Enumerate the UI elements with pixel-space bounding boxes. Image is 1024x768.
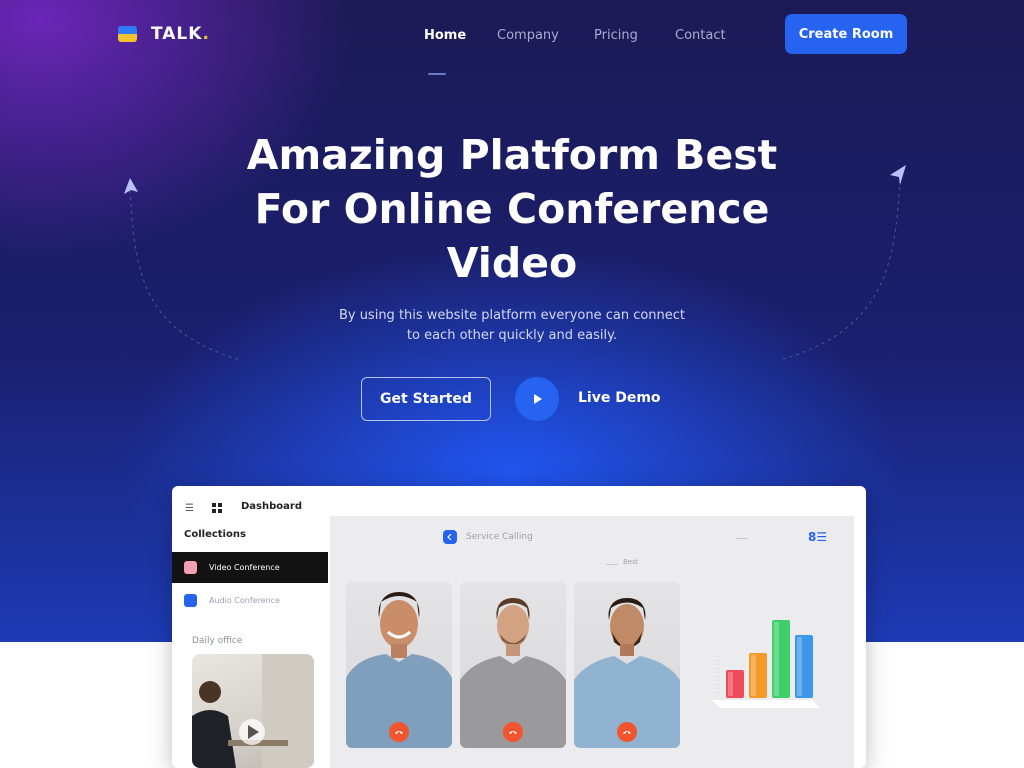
- participant-tile-1[interactable]: [346, 582, 452, 748]
- sidebar-item-label: Video Conference: [209, 563, 280, 572]
- chart-bar-4: [795, 635, 813, 698]
- dashboard-main-panel: Service Calling 8☰ Best: [330, 516, 854, 768]
- dashboard-preview: ☰ Dashboard Collections Video Conference…: [172, 486, 866, 768]
- nav-pricing[interactable]: Pricing: [594, 28, 638, 43]
- dashboard-topbar: ☰ Dashboard: [172, 486, 866, 518]
- daily-office-video-thumbnail[interactable]: [192, 654, 314, 768]
- service-icon: [443, 530, 457, 544]
- participant-tile-3[interactable]: [574, 582, 680, 748]
- nav-company[interactable]: Company: [497, 28, 559, 43]
- get-started-button[interactable]: Get Started: [361, 377, 491, 421]
- end-call-button[interactable]: [389, 722, 409, 742]
- play-icon: [534, 394, 542, 404]
- hero-subtext: By using this website platform everyone …: [312, 306, 712, 346]
- nav-active-indicator: [428, 73, 446, 75]
- divider: [736, 538, 748, 539]
- chart-bar-2: [749, 653, 767, 698]
- chart-bar-3: [772, 620, 790, 698]
- menu-icon: ☰: [185, 503, 194, 514]
- hero-headline: Amazing Platform Best For Online Confere…: [212, 128, 812, 290]
- collections-heading: Collections: [184, 529, 246, 540]
- subtext-line-1: By using this website platform everyone …: [338, 308, 686, 323]
- best-label: Best: [623, 558, 639, 566]
- chart-bar-1: [726, 670, 744, 698]
- list-view-icon[interactable]: 8☰: [808, 530, 827, 544]
- daily-office-label: Daily office: [192, 636, 243, 646]
- phone-hangup-icon: [395, 731, 403, 734]
- sidebar-item-video-conference[interactable]: Video Conference: [172, 552, 328, 583]
- create-room-button[interactable]: Create Room: [785, 14, 907, 54]
- play-demo-button[interactable]: [515, 377, 559, 421]
- grid-icon: [212, 503, 222, 513]
- headline-line-3: Video: [446, 239, 578, 287]
- service-calling-label: Service Calling: [466, 532, 533, 542]
- end-call-button[interactable]: [617, 722, 637, 742]
- nav-contact[interactable]: Contact: [675, 28, 726, 43]
- subtext-line-2: to each other quickly and easily.: [406, 328, 618, 343]
- nav-home[interactable]: Home: [424, 28, 466, 43]
- sidebar-item-audio-conference[interactable]: Audio Conference: [172, 585, 328, 616]
- dashboard-title: Dashboard: [241, 501, 302, 512]
- live-demo-link[interactable]: Live Demo: [578, 390, 661, 406]
- service-calling-header: Service Calling: [443, 530, 533, 544]
- video-conference-icon: [184, 561, 197, 574]
- divider: [606, 564, 618, 565]
- participant-tile-2[interactable]: [460, 582, 566, 748]
- audio-conference-icon: [184, 594, 197, 607]
- end-call-button[interactable]: [503, 722, 523, 742]
- headline-line-1: Amazing Platform Best: [246, 131, 778, 179]
- office-person-illustration: [192, 654, 314, 768]
- phone-hangup-icon: [509, 731, 517, 734]
- phone-hangup-icon: [623, 731, 631, 734]
- sidebar-item-label: Audio Conference: [209, 596, 280, 605]
- headline-line-2: For Online Conference: [254, 185, 770, 233]
- bar-chart-graphic: [712, 620, 820, 708]
